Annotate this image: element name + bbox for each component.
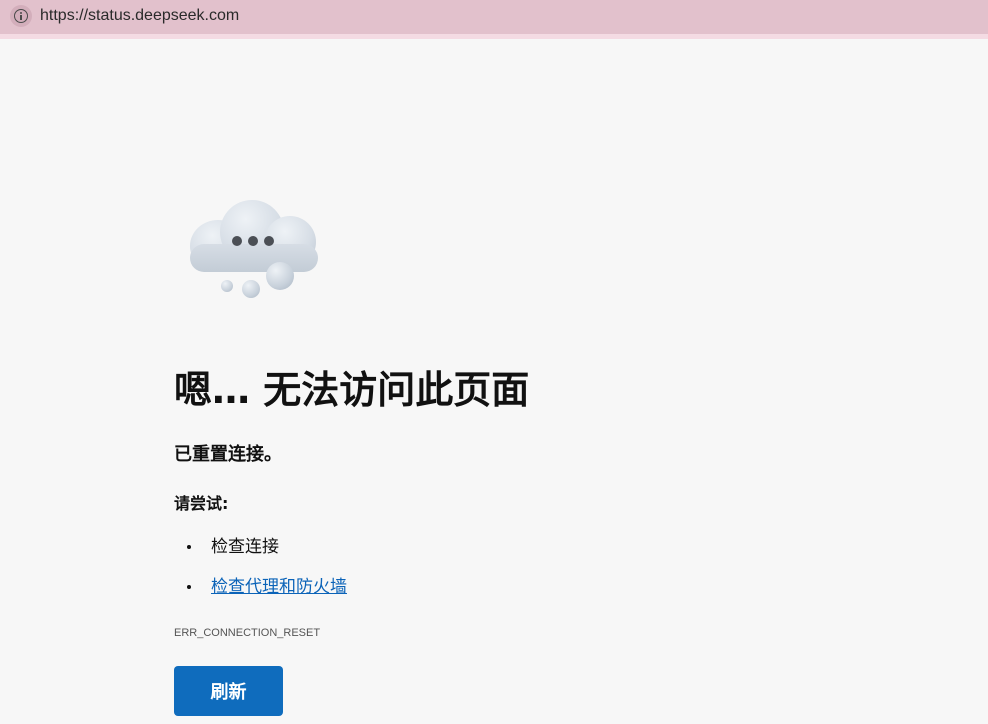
ellipsis-dot: [232, 236, 242, 246]
cloud-droplet: [242, 280, 260, 298]
error-headline: 嗯… 无法访问此页面: [174, 368, 530, 412]
refresh-button[interactable]: 刷新: [174, 666, 283, 716]
url-text[interactable]: https://status.deepseek.com: [40, 6, 239, 26]
address-bar[interactable]: https://status.deepseek.com: [0, 0, 988, 39]
check-proxy-firewall-link[interactable]: 检查代理和防火墙: [211, 574, 347, 600]
info-icon-glyph: [14, 9, 28, 23]
error-code: ERR_CONNECTION_RESET: [174, 627, 321, 639]
cloud-droplet: [221, 280, 233, 292]
bullet: [187, 585, 191, 589]
cloud-base: [190, 244, 318, 272]
cloud-icon: [186, 198, 326, 302]
ellipsis-dot: [264, 236, 274, 246]
error-reason: 已重置连接。: [174, 444, 282, 465]
bullet: [187, 545, 191, 549]
try-label: 请尝试:: [174, 494, 229, 513]
cloud-droplet: [266, 262, 294, 290]
url-field[interactable]: https://status.deepseek.com: [0, 0, 988, 34]
ellipsis-dot: [248, 236, 258, 246]
suggestion-text: 检查连接: [211, 537, 279, 557]
info-icon[interactable]: [10, 5, 32, 27]
